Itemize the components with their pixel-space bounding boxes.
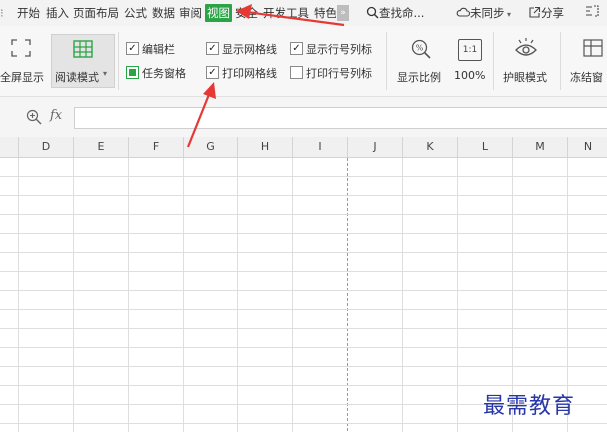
menu-overflow-left[interactable]: ⁝	[0, 4, 4, 22]
eye-mode-button[interactable]: 护眼模式	[503, 69, 547, 85]
gridline	[457, 158, 458, 432]
gridline	[237, 158, 238, 432]
column-header-l[interactable]: L	[457, 137, 512, 157]
fullscreen-icon	[10, 38, 32, 58]
gridline	[0, 385, 607, 386]
share-label: 分享	[541, 6, 564, 20]
search-command-label: 查找命...	[379, 6, 425, 20]
column-header-j[interactable]: J	[347, 137, 402, 157]
page-break-line	[347, 158, 348, 432]
divider	[118, 32, 119, 90]
checkbox-edit-bar[interactable]: ✓	[126, 42, 139, 55]
menu-special[interactable]: 特色	[314, 4, 336, 22]
checkbox-print-headings[interactable]	[290, 66, 303, 79]
column-header-g[interactable]: G	[183, 137, 237, 157]
zoom-100-button[interactable]: 100%	[454, 69, 485, 82]
gridline	[0, 233, 607, 234]
share-button[interactable]: 分享	[528, 4, 564, 22]
function-icon[interactable]: fx	[50, 108, 62, 123]
column-headers: D E F G H I J K L M N	[0, 137, 607, 158]
zoom-in-icon[interactable]	[26, 109, 42, 125]
gridline	[73, 158, 74, 432]
zoom-ratio-button[interactable]: 显示比例	[397, 69, 441, 85]
column-header-m[interactable]: M	[512, 137, 567, 157]
gridline	[0, 347, 607, 348]
read-mode-button[interactable]: 阅读模式 ▾	[51, 34, 115, 88]
sync-label: 未同步	[470, 6, 505, 20]
task-pane-label: 任务窗格	[142, 67, 186, 80]
gridline	[128, 158, 129, 432]
cloud-icon	[456, 5, 471, 17]
menu-home[interactable]: 开始	[17, 4, 40, 22]
eye-icon	[513, 36, 539, 60]
divider	[493, 32, 494, 90]
share-icon	[528, 6, 541, 19]
sync-status[interactable]: 未同步 ▾	[456, 4, 511, 22]
divider	[560, 32, 561, 90]
watermark-text: 最需教育	[483, 394, 576, 419]
gridline	[0, 309, 607, 310]
gridline	[0, 214, 607, 215]
gridline	[0, 290, 607, 291]
collapse-ribbon-icon[interactable]	[584, 4, 600, 22]
search-command[interactable]: 查找命...	[366, 4, 424, 22]
print-gridlines-label: 打印网格线	[222, 67, 277, 80]
gridline	[292, 158, 293, 432]
gridline	[0, 195, 607, 196]
menu-security[interactable]: 安全	[235, 4, 258, 22]
checkbox-show-gridlines[interactable]: ✓	[206, 42, 219, 55]
column-header-n[interactable]: N	[567, 137, 607, 157]
menu-more-button[interactable]: »	[337, 5, 349, 21]
column-header-d[interactable]: D	[18, 137, 73, 157]
svg-text:%: %	[416, 44, 424, 53]
gridline	[0, 423, 607, 424]
menu-data[interactable]: 数据	[152, 4, 175, 22]
zoom-icon: %	[410, 38, 432, 60]
menu-insert[interactable]: 插入	[46, 4, 69, 22]
print-headings-label: 打印行号列标	[306, 67, 372, 80]
gridline	[183, 158, 184, 432]
freeze-panes-icon	[582, 38, 604, 58]
gridline	[0, 252, 607, 253]
menu-developer[interactable]: 开发工具	[263, 4, 309, 22]
column-header-f[interactable]: F	[128, 137, 183, 157]
gridline	[0, 176, 607, 177]
menu-page-layout[interactable]: 页面布局	[73, 4, 119, 22]
actual-size-icon: 1:1	[458, 39, 482, 61]
divider	[386, 32, 387, 90]
checkbox-show-headings[interactable]: ✓	[290, 42, 303, 55]
menu-formulas[interactable]: 公式	[124, 4, 147, 22]
column-header-h[interactable]: H	[237, 137, 292, 157]
read-mode-label: 阅读模式	[55, 71, 99, 84]
gridline	[0, 271, 607, 272]
search-icon	[366, 6, 379, 19]
checkbox-print-gridlines[interactable]: ✓	[206, 66, 219, 79]
show-gridlines-label: 显示网格线	[222, 43, 277, 56]
formula-input[interactable]	[74, 107, 607, 129]
chevron-down-icon: ▾	[103, 69, 108, 78]
gridline	[402, 158, 403, 432]
edit-bar-label: 编辑栏	[142, 43, 175, 56]
chevron-down-icon: ▾	[504, 10, 512, 19]
freeze-panes-button[interactable]: 冻结窗	[570, 69, 607, 85]
menu-view[interactable]: 视图	[205, 4, 232, 22]
column-header-k[interactable]: K	[402, 137, 457, 157]
column-header-i[interactable]: I	[292, 137, 347, 157]
gridline	[18, 158, 19, 432]
show-headings-label: 显示行号列标	[306, 43, 372, 56]
column-header-e[interactable]: E	[73, 137, 128, 157]
checkbox-task-pane[interactable]	[126, 66, 139, 79]
menu-review[interactable]: 审阅	[179, 4, 202, 22]
grid-icon	[72, 39, 94, 59]
fullscreen-button[interactable]: 全屏显示	[0, 69, 44, 85]
formula-bar: fx	[0, 97, 607, 137]
menu-bar: ⁝ 开始 插入 页面布局 公式 数据 审阅 视图 安全 开发工具 特色 » 查找…	[0, 0, 607, 26]
gridline	[0, 366, 607, 367]
ribbon-view: 全屏显示 阅读模式 ▾ ✓ 编辑栏 任务窗格 ✓ 显示网格线 ✓ 打印网格线 ✓…	[0, 26, 607, 97]
gridline	[0, 328, 607, 329]
